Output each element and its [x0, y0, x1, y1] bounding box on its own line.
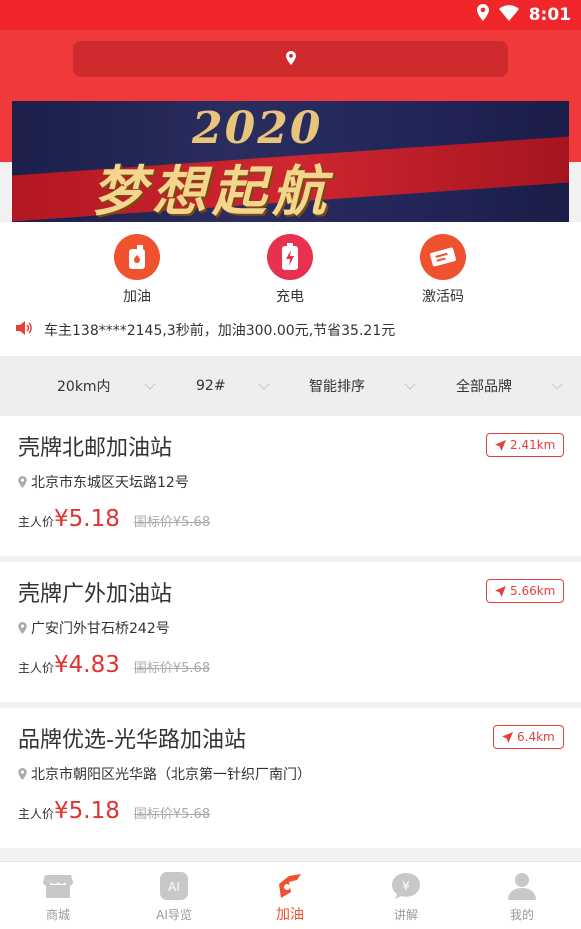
distance-badge[interactable]: 5.66km: [486, 579, 565, 603]
standard-price: 国标价¥5.68: [133, 807, 211, 822]
search-location-icon: [285, 50, 296, 69]
owner-price-label: 主人价: [18, 807, 55, 821]
station-card[interactable]: 壳牌广外加油站 5.66km 广安门外甘石桥242号 主人价 ¥4.83 国标价…: [0, 562, 581, 702]
location-icon: [476, 4, 489, 26]
quick-action-charge[interactable]: 充电: [245, 234, 335, 306]
station-address: 北京市东城区天坛路12号: [18, 472, 189, 492]
bottom-tab-bar: 商城 AI AI导览 加油 ¥ 讲解 我的: [0, 861, 581, 929]
owner-price: ¥5.18: [54, 506, 120, 532]
svg-text:¥: ¥: [402, 879, 410, 893]
navigate-arrow-icon: [495, 439, 506, 451]
owner-price-label: 主人价: [18, 515, 55, 529]
station-address: 北京市朝阳区光华路（北京第一针织厂南门）: [18, 764, 311, 784]
chevron-down-icon: [551, 378, 563, 390]
location-pin-icon: [18, 476, 27, 488]
notice-text: 车主138****2145,3秒前，加油300.00元,节省35.21元: [44, 323, 396, 339]
tab-label: 商城: [45, 908, 70, 922]
tab-shop[interactable]: 商城: [0, 862, 116, 929]
battery-charge-icon: [267, 234, 313, 280]
filter-brand[interactable]: 全部品牌: [456, 356, 512, 416]
yen-bubble-icon: ¥: [391, 872, 421, 900]
ai-icon: AI: [159, 872, 189, 900]
station-address: 广安门外甘石桥242号: [18, 618, 170, 638]
quick-action-label: 加油: [123, 289, 151, 305]
ticket-icon: [420, 234, 466, 280]
tab-explain[interactable]: ¥ 讲解: [348, 862, 464, 929]
station-name: 品牌优选-光华路加油站: [18, 728, 246, 753]
station-card[interactable]: 壳牌北邮加油站 2.41km 北京市东城区天坛路12号 主人价 ¥5.18 国标…: [0, 416, 581, 556]
quick-action-label: 激活码: [422, 289, 464, 305]
station-name: 壳牌广外加油站: [18, 582, 173, 607]
quick-action-activation-code[interactable]: 激活码: [398, 234, 488, 306]
location-pin-icon: [18, 768, 27, 780]
price-row: 主人价 ¥5.18 国标价¥5.68: [18, 798, 210, 824]
filter-sort[interactable]: 智能排序: [309, 356, 365, 416]
shop-icon: [43, 872, 73, 900]
tab-me[interactable]: 我的: [464, 862, 580, 929]
location-pin-icon: [18, 622, 27, 634]
search-bar[interactable]: [73, 41, 508, 77]
user-icon: [507, 872, 537, 900]
banner-slogan: 梦想起航: [92, 159, 332, 222]
filter-distance[interactable]: 20km内: [57, 356, 111, 416]
wifi-icon: [498, 4, 519, 26]
tab-label: 我的: [509, 908, 534, 922]
chevron-down-icon: [404, 378, 416, 390]
status-bar: 8:01: [0, 0, 581, 30]
tab-refuel[interactable]: 加油: [232, 862, 348, 929]
status-time: 8:01: [528, 5, 571, 25]
chevron-down-icon: [258, 378, 270, 390]
price-row: 主人价 ¥5.18 国标价¥5.68: [18, 506, 210, 532]
distance-badge[interactable]: 2.41km: [486, 433, 565, 457]
standard-price: 国标价¥5.68: [133, 661, 211, 676]
svg-text:AI: AI: [168, 880, 180, 894]
speaker-icon: [16, 321, 32, 339]
filter-bar: 20km内 92# 智能排序 全部品牌: [0, 356, 581, 416]
navigate-arrow-icon: [495, 585, 506, 597]
tab-label: AI导览: [156, 908, 192, 922]
price-row: 主人价 ¥4.83 国标价¥5.68: [18, 652, 210, 678]
promo-banner[interactable]: 2020 梦想起航: [12, 101, 569, 222]
quick-action-fuel[interactable]: 加油: [92, 234, 182, 306]
owner-price-label: 主人价: [18, 661, 55, 675]
chevron-down-icon: [144, 378, 156, 390]
station-card[interactable]: 品牌优选-光华路加油站 6.4km 北京市朝阳区光华路（北京第一针织厂南门） 主…: [0, 708, 581, 848]
tab-label: 讲解: [393, 908, 418, 922]
standard-price: 国标价¥5.68: [133, 515, 211, 530]
quick-action-label: 充电: [276, 289, 304, 305]
notice-ticker: 车主138****2145,3秒前，加油300.00元,节省35.21元: [16, 320, 395, 340]
owner-price: ¥4.83: [54, 652, 120, 678]
filter-fuel-type[interactable]: 92#: [196, 356, 226, 416]
fuel-nozzle-icon: [275, 872, 305, 900]
tab-label: 加油: [276, 907, 304, 923]
distance-badge[interactable]: 6.4km: [493, 725, 564, 749]
owner-price: ¥5.18: [54, 798, 120, 824]
fuel-bottle-icon: [114, 234, 160, 280]
tab-ai-guide[interactable]: AI AI导览: [116, 862, 232, 929]
navigate-arrow-icon: [502, 731, 513, 743]
station-name: 壳牌北邮加油站: [18, 436, 173, 461]
